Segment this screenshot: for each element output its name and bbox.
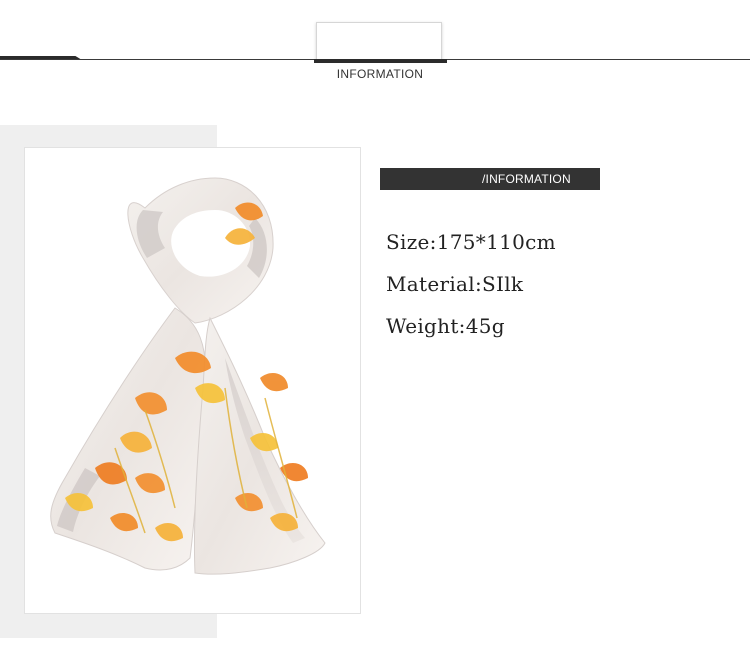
info-heading-label: /INFORMATION xyxy=(482,172,571,186)
section-header: INFORMATION xyxy=(0,0,750,100)
header-title-box xyxy=(316,22,442,60)
spec-size: Size:175*110cm xyxy=(386,230,556,254)
header-title-underline xyxy=(314,59,447,63)
spec-weight: Weight:45g xyxy=(386,314,505,338)
product-image xyxy=(24,147,361,614)
scarf-illustration xyxy=(50,177,326,575)
section-title: INFORMATION xyxy=(336,67,424,81)
spec-material: Material:SIlk xyxy=(386,272,524,296)
